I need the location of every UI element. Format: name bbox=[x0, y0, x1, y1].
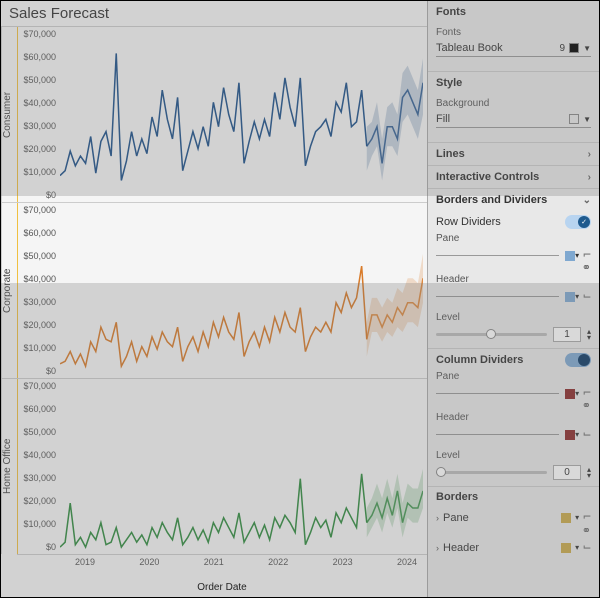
row-dividers-row: Row Dividers ✓ bbox=[428, 211, 599, 233]
col-header-label: Header bbox=[428, 412, 599, 423]
charts-area: Consumer $70,000$60,000$50,000$40,000$30… bbox=[1, 26, 427, 554]
link-icon[interactable]: ⚭ bbox=[582, 525, 591, 537]
background-label: Background bbox=[436, 98, 591, 109]
col-header-style[interactable]: ▾ ⌙ bbox=[428, 425, 599, 446]
plot-homeoffice[interactable] bbox=[60, 381, 423, 552]
row-level-label: Level bbox=[428, 308, 599, 323]
xaxis-ticks: 201920202021202220232024 bbox=[75, 555, 427, 582]
yaxis-corporate: $70,000$60,000$50,000$40,000$30,000$20,0… bbox=[18, 203, 60, 378]
fonts-label: Fonts bbox=[436, 27, 591, 38]
xaxis-label: Order Date bbox=[17, 582, 427, 597]
yaxis-homeoffice: $70,000$60,000$50,000$40,000$30,000$20,0… bbox=[18, 379, 60, 554]
row-header-label: Header bbox=[428, 274, 599, 285]
col-level-label: Level bbox=[428, 446, 599, 461]
link-icon[interactable]: ⚭ bbox=[582, 262, 591, 274]
segment-label-consumer: Consumer bbox=[1, 27, 17, 202]
chart-panel-consumer: Consumer $70,000$60,000$50,000$40,000$30… bbox=[1, 26, 427, 202]
chevron-down-icon: ⌄ bbox=[583, 195, 591, 206]
section-fonts[interactable]: Fonts bbox=[428, 1, 599, 23]
row-pane-label: Pane bbox=[428, 233, 599, 244]
borders-header[interactable]: ›Header ▾⌙ bbox=[428, 537, 599, 558]
format-pane: Fonts Fonts Tableau Book 9▼ Style Backgr… bbox=[427, 1, 599, 597]
row-dividers-toggle[interactable]: ✓ bbox=[565, 215, 591, 229]
col-dividers-row: Column Dividers bbox=[428, 348, 599, 371]
link-icon[interactable]: ⚭ bbox=[582, 400, 591, 412]
segment-label-corporate: Corporate bbox=[1, 203, 17, 378]
fill-select[interactable]: Fill ▼ bbox=[436, 111, 591, 128]
row-level-slider[interactable] bbox=[436, 333, 547, 336]
section-style[interactable]: Style bbox=[428, 71, 599, 94]
chevron-right-icon: › bbox=[588, 172, 591, 183]
col-level-value[interactable]: 0 bbox=[553, 465, 581, 480]
chart-panel-corporate: Corporate $70,000$60,000$50,000$40,000$3… bbox=[1, 202, 427, 378]
segment-label-homeoffice: Home Office bbox=[1, 379, 17, 554]
section-lines[interactable]: Lines› bbox=[428, 142, 599, 165]
section-interactive[interactable]: Interactive Controls› bbox=[428, 165, 599, 188]
chart-panel-homeoffice: Home Office $70,000$60,000$50,000$40,000… bbox=[1, 378, 427, 554]
section-borders-dividers[interactable]: Borders and Dividers⌄ bbox=[428, 188, 599, 211]
col-dividers-toggle[interactable] bbox=[565, 353, 591, 367]
col-pane-label: Pane bbox=[428, 371, 599, 382]
row-level-value[interactable]: 1 bbox=[553, 327, 581, 342]
borders-label: Borders bbox=[436, 491, 478, 503]
col-dividers-label: Column Dividers bbox=[436, 354, 523, 366]
row-dividers-label: Row Dividers bbox=[436, 216, 501, 228]
plot-corporate[interactable] bbox=[60, 205, 423, 376]
col-level-slider[interactable] bbox=[436, 471, 547, 474]
row-header-style[interactable]: ▾ ⌙ bbox=[428, 287, 599, 308]
chevron-right-icon: › bbox=[588, 149, 591, 160]
yaxis-consumer: $70,000$60,000$50,000$40,000$30,000$20,0… bbox=[18, 27, 60, 202]
font-select[interactable]: Tableau Book 9▼ bbox=[436, 40, 591, 57]
page-title: Sales Forecast bbox=[1, 1, 427, 26]
plot-consumer[interactable] bbox=[60, 29, 423, 200]
